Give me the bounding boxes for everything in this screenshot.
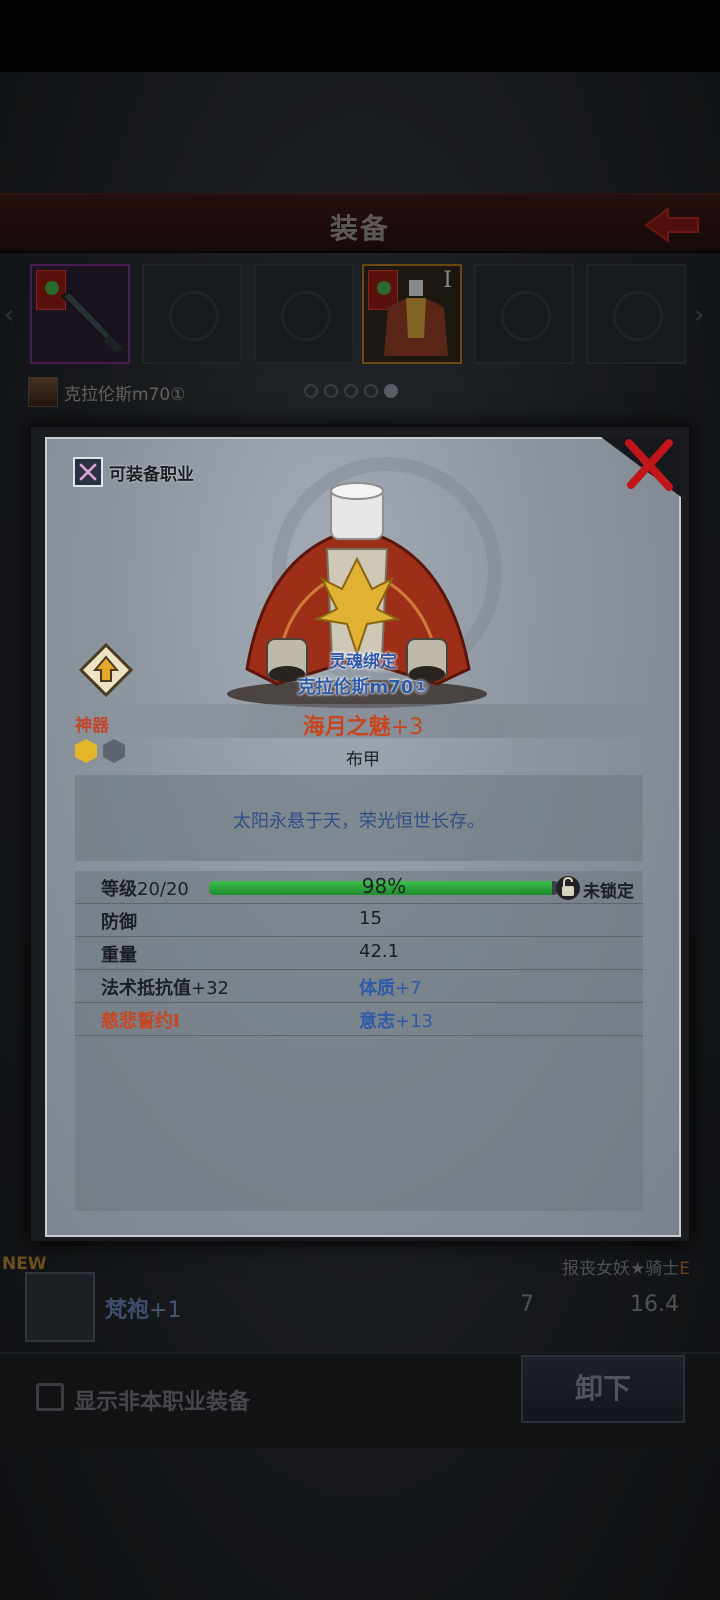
- job-class-icon: [73, 457, 103, 487]
- level-percent: 98%: [361, 874, 407, 898]
- equippable-jobs[interactable]: 可装备职业: [73, 457, 194, 487]
- bound-owner: 克拉伦斯m70①: [297, 677, 429, 698]
- bonus-row-1: 法术抵抗值+32 体质+7: [75, 970, 643, 1003]
- bonus-row-2: 慈悲誓约I 意志+13: [75, 1003, 643, 1036]
- constitution-bonus: 体质+7: [359, 978, 422, 999]
- item-description: 太阳永悬于天，荣光恒世长存。: [233, 811, 485, 832]
- artifact-upgrade-icon[interactable]: [79, 643, 133, 697]
- lock-icon[interactable]: [555, 873, 581, 901]
- job-label: 可装备职业: [109, 464, 194, 485]
- spell-resist: 法术抵抗值+32: [101, 978, 229, 999]
- item-type: 布甲: [346, 750, 380, 770]
- equipment-screen: 装备 ‹ › I 克拉伦斯m70① NEW 梵袍+1 7 16.4 报丧女妖★骑…: [0, 0, 720, 1600]
- stats-panel: 等级20/20 98% 未锁定 防御 15 重量 42.1 法术抵抗值+32 体…: [75, 871, 643, 1211]
- soul-bound-label: 灵魂绑定: [329, 652, 397, 672]
- defense-row: 防御 15: [75, 904, 643, 937]
- lock-status: 未锁定: [583, 882, 634, 902]
- mercy-vow: 慈悲誓约I: [101, 1011, 180, 1032]
- level-label: 等级20/20: [101, 879, 189, 900]
- weight-value: 42.1: [359, 941, 400, 962]
- defense-label: 防御: [101, 912, 137, 933]
- item-detail-modal: 可装备职业 灵魂绑定 克拉伦斯m70① 神器 海月之魅+3 布甲 太阳永悬于天，…: [28, 424, 692, 1244]
- weight-row: 重量 42.1: [75, 937, 643, 970]
- will-bonus: 意志+13: [359, 1011, 433, 1032]
- close-icon[interactable]: [619, 435, 679, 495]
- modal-panel: 可装备职业 灵魂绑定 克拉伦斯m70① 神器 海月之魅+3 布甲 太阳永悬于天，…: [45, 437, 681, 1237]
- description-box: 太阳永悬于天，荣光恒世长存。: [75, 775, 643, 861]
- item-title: 海月之魅+3: [302, 715, 424, 740]
- defense-value: 15: [359, 908, 382, 929]
- weight-label: 重量: [101, 945, 137, 966]
- level-row: 等级20/20 98% 未锁定: [75, 871, 643, 904]
